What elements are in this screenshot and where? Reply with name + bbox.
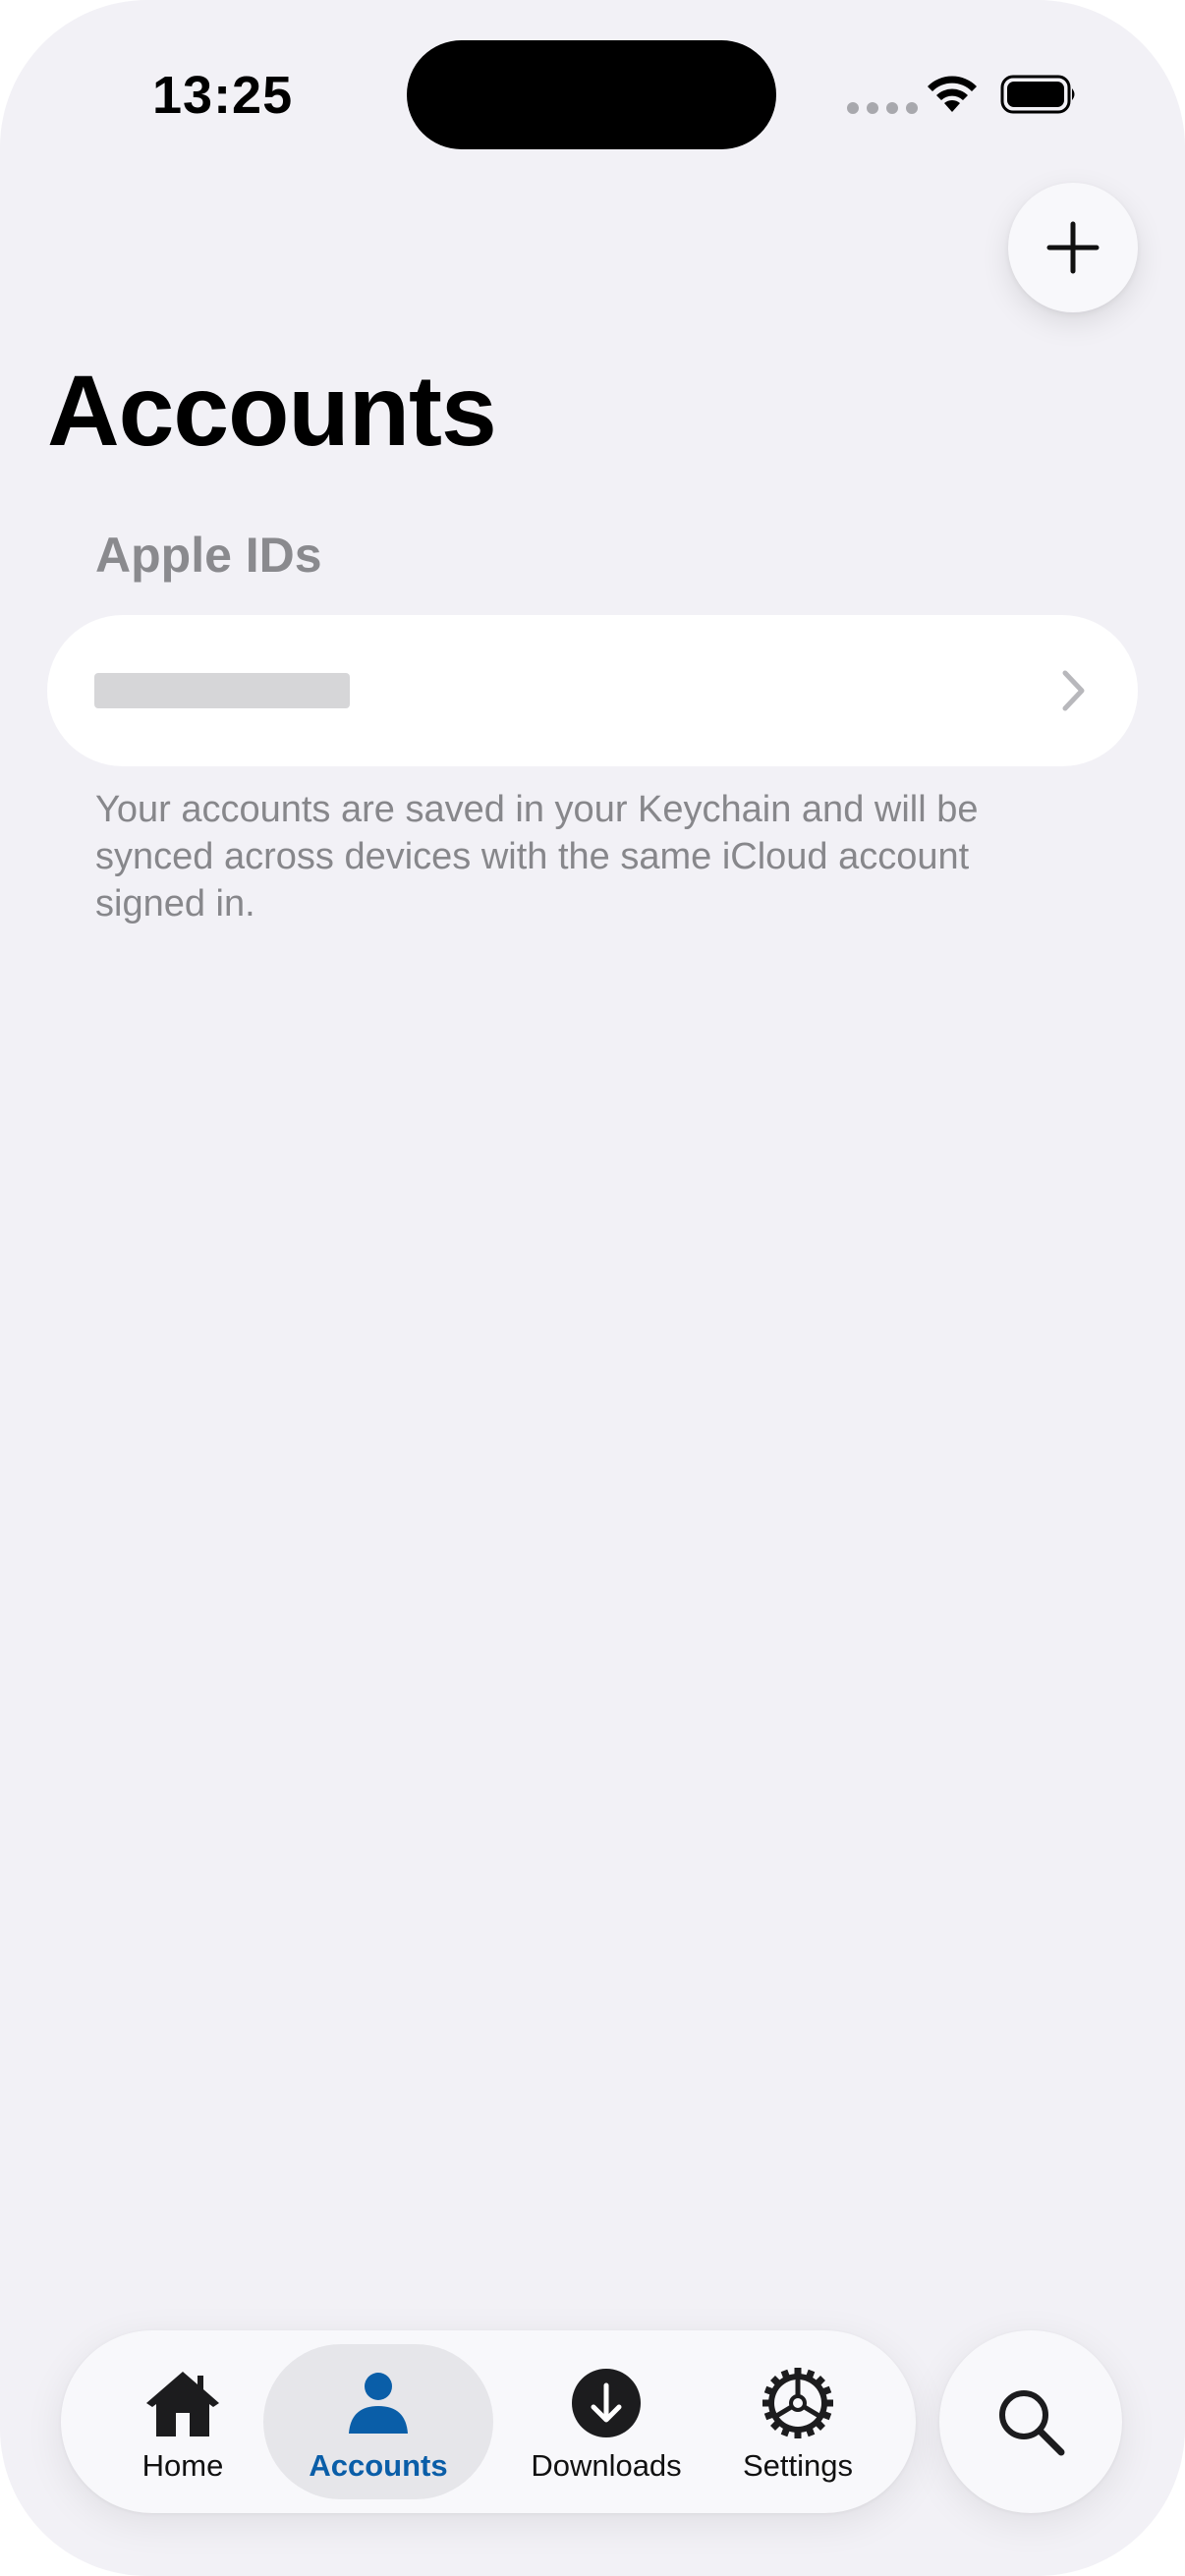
magnifying-glass-icon <box>999 2390 1065 2456</box>
status-time: 13:25 <box>152 66 294 125</box>
tab-downloads-label: Downloads <box>531 2448 682 2483</box>
cellular-dots-icon <box>847 102 918 114</box>
wifi-icon <box>928 76 977 112</box>
arrow-down-circle-icon <box>572 2369 641 2437</box>
battery-icon <box>1000 75 1075 114</box>
tab-home[interactable]: Home <box>104 2344 261 2499</box>
tab-settings[interactable]: Settings <box>721 2344 875 2499</box>
person-icon <box>349 2373 408 2434</box>
chevron-right-icon <box>1062 670 1085 711</box>
redacted-account-name <box>94 673 350 708</box>
dynamic-island <box>407 40 776 149</box>
house-icon <box>146 2372 219 2436</box>
tab-home-label: Home <box>141 2448 224 2483</box>
apple-id-row[interactable] <box>47 615 1138 766</box>
tab-downloads[interactable]: Downloads <box>501 2344 711 2499</box>
tab-accounts[interactable]: Accounts <box>263 2344 493 2499</box>
tab-bar: Home Accounts Downloads Settings <box>61 2330 916 2513</box>
search-button[interactable] <box>939 2330 1122 2513</box>
page-title: Accounts <box>47 355 497 467</box>
section-header: Apple IDs <box>95 528 322 583</box>
plus-icon <box>1046 221 1100 274</box>
app-screen: 13:25 Accounts Apple IDs Your accounts a… <box>0 0 1185 2576</box>
tab-settings-label: Settings <box>742 2448 853 2483</box>
add-account-button[interactable] <box>1008 183 1138 312</box>
footer-note: Your accounts are saved in your Keychain… <box>95 789 979 924</box>
tab-accounts-label: Accounts <box>309 2448 448 2483</box>
gear-icon <box>762 2368 833 2438</box>
